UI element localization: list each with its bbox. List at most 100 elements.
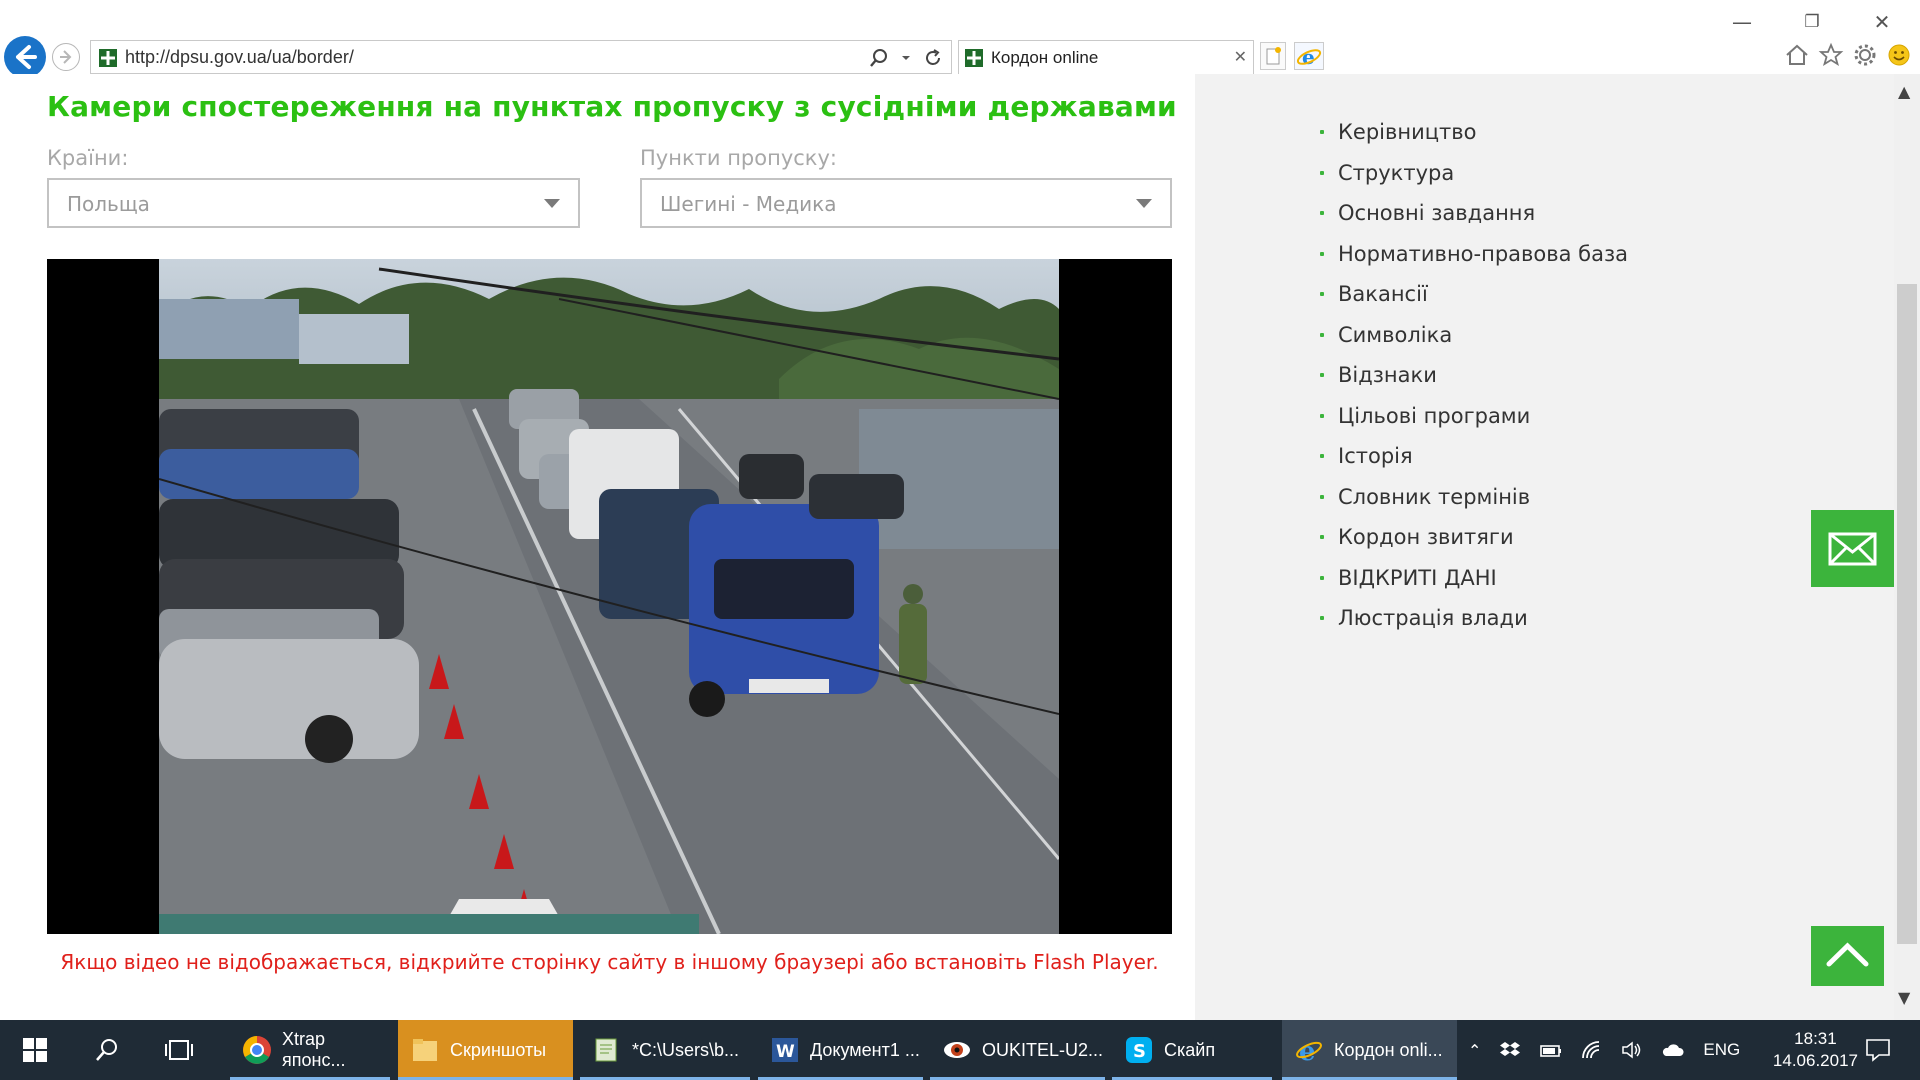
dropbox-icon[interactable]	[1499, 1039, 1521, 1061]
browser-chrome: — ❐ ✕ http://dpsu.gov.ua/ua/border/ Корд…	[0, 0, 1920, 78]
search-icon[interactable]	[869, 48, 889, 68]
start-button[interactable]	[0, 1020, 70, 1080]
notepad-icon	[595, 1038, 617, 1062]
taskbar-item-chrome[interactable]: Xtrap японс...	[230, 1020, 390, 1080]
svg-text:e: e	[1302, 45, 1315, 69]
sidebar-item-label[interactable]: Словник термінів	[1338, 485, 1530, 509]
chevron-down-icon[interactable]	[901, 48, 911, 68]
sidebar-item[interactable]: Основні завдання	[1320, 193, 1628, 234]
taskbar-item-notepad[interactable]: *C:\Users\b...	[580, 1020, 750, 1080]
sidebar-item-label[interactable]: Відзнаки	[1338, 363, 1437, 387]
sidebar-item[interactable]: Структура	[1320, 153, 1628, 194]
chevron-down-icon	[1136, 199, 1152, 208]
task-view-button[interactable]	[144, 1020, 214, 1080]
taskbar-item-label: Xtrap японс...	[282, 1029, 346, 1070]
forward-button[interactable]	[52, 43, 80, 71]
folder-icon	[413, 1039, 437, 1061]
chevron-up-icon[interactable]: ⌃	[1468, 1041, 1481, 1060]
feedback-mail-button[interactable]	[1811, 510, 1894, 587]
wifi-icon[interactable]	[1581, 1040, 1603, 1060]
gear-icon[interactable]	[1852, 42, 1878, 68]
eye-app-icon	[944, 1042, 970, 1058]
battery-icon[interactable]	[1539, 1040, 1563, 1060]
checkpoints-select[interactable]: Шегині - Медика	[640, 178, 1172, 228]
sidebar-item[interactable]: Історія	[1320, 436, 1628, 477]
volume-icon[interactable]	[1621, 1040, 1643, 1060]
taskbar-item-skype[interactable]: S Скайп	[1112, 1020, 1272, 1080]
sidebar-item-label[interactable]: Вакансії	[1338, 282, 1428, 306]
taskbar-item-label: *C:\Users\b...	[632, 1039, 740, 1060]
sidebar-item[interactable]: Вакансії	[1320, 274, 1628, 315]
task-view-icon	[165, 1040, 193, 1060]
sidebar-item[interactable]: Нормативно-правова база	[1320, 234, 1628, 275]
scroll-up-icon[interactable]: ▲	[1898, 82, 1910, 101]
scroll-down-icon[interactable]: ▼	[1898, 988, 1910, 1007]
clock[interactable]: 18:31 14.06.2017	[1773, 1028, 1858, 1072]
taskbar-item-screenshots[interactable]: Скриншоты	[398, 1020, 573, 1080]
bullet-icon	[1320, 575, 1324, 580]
language-indicator[interactable]: ENG	[1703, 1040, 1740, 1060]
sidebar-item-label[interactable]: Структура	[1338, 161, 1454, 185]
refresh-icon[interactable]	[923, 48, 943, 68]
sidebar-item-label[interactable]: ВІДКРИТІ ДАНІ	[1338, 566, 1497, 590]
ie-tab-button[interactable]: e	[1294, 42, 1324, 70]
camera-video-player[interactable]	[47, 259, 1172, 934]
home-icon[interactable]	[1784, 42, 1810, 68]
sidebar-item-label[interactable]: Історія	[1338, 444, 1413, 468]
bullet-icon	[1320, 373, 1324, 378]
sidebar-item-label[interactable]: Цільові програми	[1338, 404, 1530, 428]
web-page: Камери спостереження на пунктах пропуску…	[0, 74, 1920, 1020]
taskbar-item-word[interactable]: W Документ1 ...	[758, 1020, 923, 1080]
sidebar-item-label[interactable]: Символіка	[1338, 323, 1452, 347]
svg-text:S: S	[1133, 1041, 1146, 1062]
action-center-button[interactable]	[1848, 1020, 1908, 1080]
sidebar-item[interactable]: Словник термінів	[1320, 477, 1628, 518]
sidebar-item[interactable]: Цільові програми	[1320, 396, 1628, 437]
internet-explorer-icon: e	[1296, 1037, 1322, 1065]
close-tab-icon[interactable]: ✕	[1234, 47, 1247, 66]
sidebar-item-label[interactable]: Керівництво	[1338, 120, 1477, 144]
url-text[interactable]: http://dpsu.gov.ua/ua/border/	[125, 47, 354, 68]
envelope-icon	[1828, 532, 1877, 566]
scrollbar-thumb[interactable]	[1897, 284, 1917, 944]
sidebar-item[interactable]: Відзнаки	[1320, 355, 1628, 396]
sidebar-item[interactable]: Керівництво	[1320, 112, 1628, 153]
bullet-icon	[1320, 170, 1324, 175]
sidebar-item-label[interactable]: Основні завдання	[1338, 201, 1535, 225]
taskbar-item-label: Скриншоты	[450, 1039, 547, 1060]
sidebar-item-label[interactable]: Люстрація влади	[1338, 606, 1528, 630]
camera-feed-image	[159, 259, 1059, 934]
restore-button[interactable]: ❐	[1792, 8, 1832, 36]
new-tab-icon	[1266, 47, 1281, 65]
sidebar-item-label[interactable]: Кордон звитяги	[1338, 525, 1514, 549]
search-button[interactable]	[72, 1020, 142, 1080]
bullet-icon	[1320, 413, 1324, 418]
favorites-star-icon[interactable]	[1818, 42, 1844, 68]
page-scrollbar[interactable]: ▲ ▼	[1894, 74, 1920, 1020]
tab-kordon-online[interactable]: Кордон online ✕	[958, 40, 1254, 74]
sidebar-item[interactable]: ВІДКРИТІ ДАНІ	[1320, 558, 1628, 599]
sidebar: Керівництво Структура Основні завдання Н…	[1195, 74, 1895, 1020]
back-button[interactable]	[4, 36, 46, 78]
taskbar-item-ie[interactable]: e Кордон onli...	[1282, 1020, 1457, 1080]
windows-logo-icon	[23, 1038, 47, 1062]
new-tab-button[interactable]	[1260, 42, 1286, 70]
address-bar[interactable]: http://dpsu.gov.ua/ua/border/	[90, 40, 952, 74]
chrome-icon	[243, 1036, 271, 1064]
page-title: Камери спостереження на пунктах пропуску…	[47, 90, 1177, 123]
sidebar-item[interactable]: Кордон звитяги	[1320, 517, 1628, 558]
sidebar-item[interactable]: Люстрація влади	[1320, 598, 1628, 639]
taskbar-item-oukitel[interactable]: OUKITEL-U2...	[930, 1020, 1105, 1080]
chevron-up-icon	[1826, 942, 1869, 967]
sidebar-item[interactable]: Символіка	[1320, 315, 1628, 356]
scroll-to-top-button[interactable]	[1811, 926, 1884, 986]
close-window-button[interactable]: ✕	[1862, 8, 1902, 36]
weather-cloud-icon[interactable]	[1661, 1040, 1685, 1060]
countries-select[interactable]: Польща	[47, 178, 580, 228]
chevron-down-icon	[544, 199, 560, 208]
sidebar-item-label[interactable]: Нормативно-правова база	[1338, 242, 1628, 266]
bullet-icon	[1320, 535, 1324, 540]
minimize-button[interactable]: —	[1722, 8, 1762, 36]
smiley-feedback-icon[interactable]	[1886, 42, 1912, 68]
bullet-icon	[1320, 130, 1324, 135]
